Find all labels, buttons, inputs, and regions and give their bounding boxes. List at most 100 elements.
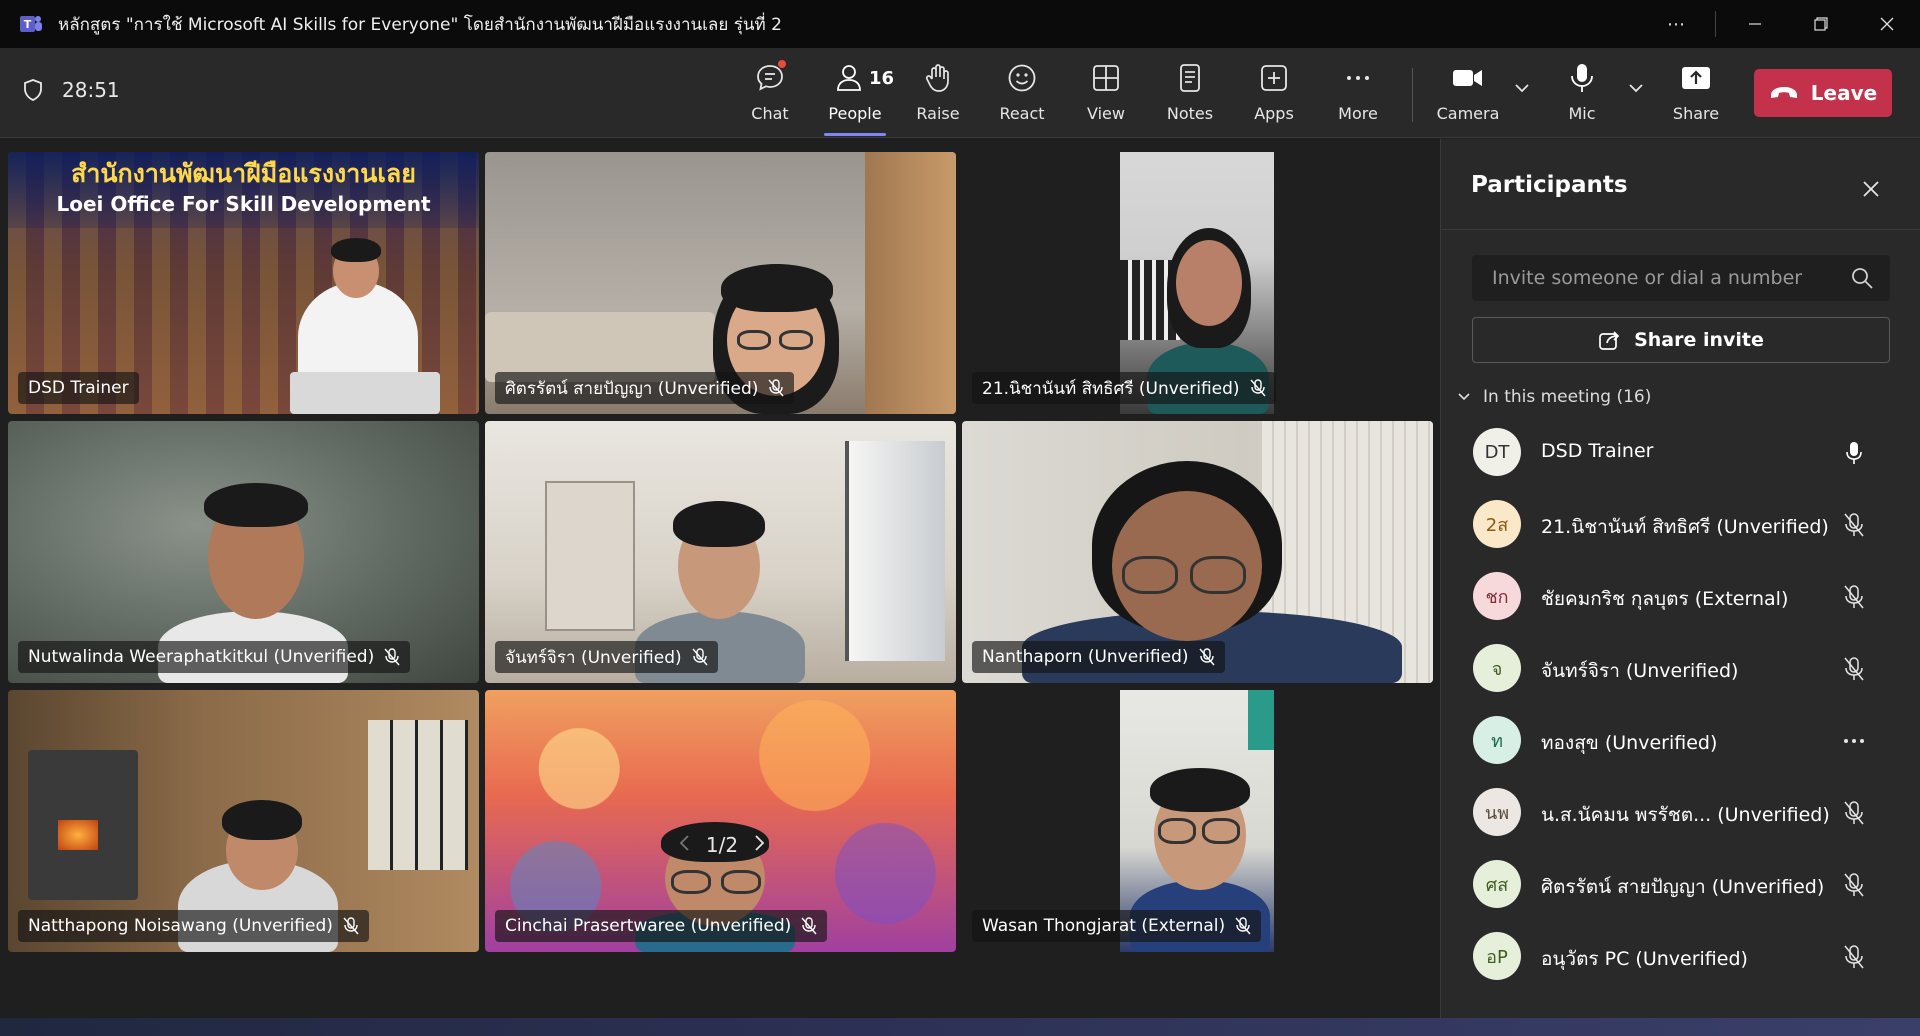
people-label: People (828, 104, 882, 123)
participant-row[interactable]: DT DSD Trainer (1441, 416, 1920, 488)
participant-row[interactable]: อP อนุวัตร PC (Unverified) (1441, 920, 1920, 992)
section-label: In this meeting (16) (1483, 387, 1652, 407)
more-label: More (1338, 104, 1378, 123)
tile-name-text: Nutwalinda Weeraphatkitkul (Unverified) (28, 647, 375, 667)
participant-name: จันทร์จิรา (Unverified) (1541, 660, 1739, 682)
people-button[interactable]: 16 People (820, 58, 894, 136)
participant-name-tag: Natthapong Noisawang (Unverified) (18, 910, 369, 942)
participant-name-tag: ศิตรรัตน์ สายปัญญา (Unverified) (495, 372, 795, 404)
video-tile[interactable]: สำนักงานพัฒนาฝีมือแรงงานเลย Loei Office … (8, 152, 479, 414)
avatar: 2ส (1473, 500, 1521, 548)
participant-name-tag: Wasan Thongjarat (External) (972, 910, 1262, 942)
smiley-icon (1002, 58, 1042, 98)
notes-button[interactable]: Notes (1155, 58, 1225, 128)
more-actions-button[interactable]: More (1323, 58, 1393, 128)
restore-button[interactable] (1788, 0, 1854, 48)
participant-name-tag: Nanthaporn (Unverified) (972, 641, 1225, 673)
notes-icon (1170, 58, 1210, 98)
muted-mic-icon (1839, 798, 1869, 828)
minimize-button[interactable] (1722, 0, 1788, 48)
share-screen-icon (1676, 58, 1716, 98)
participant-name-tag: DSD Trainer (18, 372, 139, 404)
leave-button[interactable]: Leave (1754, 69, 1892, 117)
chat-button[interactable]: Chat (735, 58, 805, 128)
muted-mic-icon (1839, 654, 1869, 684)
react-button[interactable]: React (987, 58, 1057, 128)
desktop-taskbar (0, 1018, 1920, 1036)
previous-page-chevron-left-icon[interactable] (678, 833, 690, 857)
shield-icon (24, 79, 42, 101)
video-tile[interactable]: ศิตรรัตน์ สายปัญญา (Unverified) (485, 152, 956, 414)
participant-name-tag: Cinchai Prasertwaree (Unverified) (495, 910, 828, 942)
tile-name-text: DSD Trainer (28, 378, 129, 398)
page-indicator: 1/2 (705, 833, 739, 857)
avatar: อP (1473, 932, 1521, 980)
avatar: DT (1473, 428, 1521, 476)
people-count: 16 (869, 68, 895, 89)
search-icon (1852, 268, 1873, 289)
invite-placeholder: Invite someone or dial a number (1492, 267, 1803, 289)
participant-row[interactable]: 2ส 21.นิชานันท์ สิทธิศรี (Unverified) (1441, 488, 1920, 560)
teal-fixture (1248, 690, 1274, 750)
window-controls: ⋯ (1643, 0, 1920, 48)
share-button[interactable]: Share (1661, 58, 1731, 128)
window-background (368, 720, 468, 870)
mic-button[interactable]: Mic (1547, 58, 1617, 128)
camera-icon (1448, 58, 1488, 98)
panel-title: Participants (1471, 172, 1628, 198)
muted-mic-icon (1839, 870, 1869, 900)
mic-options-chevron-down-icon[interactable] (1624, 76, 1648, 100)
next-page-chevron-right-icon[interactable] (754, 833, 766, 857)
raise-hand-button[interactable]: Raise (903, 58, 973, 128)
video-tile[interactable]: Wasan Thongjarat (External) (962, 690, 1433, 952)
view-button[interactable]: View (1071, 58, 1141, 128)
participants-panel: Participants Invite someone or dial a nu… (1440, 139, 1920, 1036)
banner-thai-text: สำนักงานพัฒนาฝีมือแรงงานเลย (71, 159, 416, 188)
tile-name-text: ศิตรรัตน์ สายปัญญา (Unverified) (505, 378, 759, 399)
camera-button[interactable]: Camera (1433, 58, 1503, 128)
participant-row[interactable]: จ จันทร์จิรา (Unverified) (1441, 632, 1920, 704)
participant-row[interactable]: ท ทองสุข (Unverified) (1441, 704, 1920, 776)
fire-background (58, 820, 98, 850)
camera-options-chevron-down-icon[interactable] (1510, 76, 1534, 100)
participant-row[interactable]: ชก ชัยคมกริช กุลบุตร (External) (1441, 560, 1920, 632)
participant-name-tag: Nutwalinda Weeraphatkitkul (Unverified) (18, 641, 411, 673)
participant-row[interactable]: ศส ศิตรรัตน์ สายปัญญา (Unverified) (1441, 848, 1920, 920)
close-panel-icon[interactable] (1853, 171, 1889, 207)
video-tile[interactable]: จันทร์จิรา (Unverified) (485, 421, 956, 683)
muted-mic-icon (692, 648, 708, 666)
window-background (845, 441, 945, 661)
participant-name: อนุวัตร PC (Unverified) (1541, 948, 1748, 970)
invite-search-input[interactable]: Invite someone or dial a number (1472, 255, 1890, 301)
more-options-icon[interactable]: ⋯ (1643, 0, 1709, 48)
video-tile[interactable]: Cinchai Prasertwaree (Unverified) (485, 690, 956, 952)
tile-name-text: Cinchai Prasertwaree (Unverified) (505, 916, 792, 936)
video-tile[interactable]: 21.นิชานันท์ สิทธิศรี (Unverified) (962, 152, 1433, 414)
banner-english-text: Loei Office For Skill Development (56, 192, 431, 216)
microphone-icon (1562, 58, 1602, 98)
microphone-icon (1839, 438, 1869, 468)
video-tile[interactable]: Natthapong Noisawang (Unverified) (8, 690, 479, 952)
avatar: นพ (1473, 788, 1521, 836)
avatar: ศส (1473, 860, 1521, 908)
participant-name: 21.นิชานันท์ สิทธิศรี (Unverified) (1541, 516, 1829, 538)
chevron-down-icon (1458, 393, 1470, 401)
mic-label: Mic (1568, 104, 1596, 123)
more-options-icon[interactable] (1839, 726, 1869, 756)
close-window-button[interactable] (1854, 0, 1920, 48)
meeting-timer: 28:51 (22, 78, 120, 102)
participant-row[interactable]: นพ น.ส.นัคมน พรรัชต... (Unverified) (1441, 776, 1920, 848)
chat-label: Chat (751, 104, 789, 123)
video-tile[interactable]: Nanthaporn (Unverified) (962, 421, 1433, 683)
video-tile[interactable]: Nutwalinda Weeraphatkitkul (Unverified) (8, 421, 479, 683)
share-invite-button[interactable]: Share invite (1472, 317, 1890, 363)
avatar: ชก (1473, 572, 1521, 620)
ellipsis-icon (1338, 58, 1378, 98)
muted-mic-icon (384, 648, 400, 666)
muted-mic-icon (1235, 917, 1251, 935)
people-icon: 16 (835, 58, 894, 98)
apps-button[interactable]: Apps (1239, 58, 1309, 128)
tile-name-text: Nanthaporn (Unverified) (982, 647, 1189, 667)
in-meeting-section-header[interactable]: In this meeting (16) (1457, 387, 1651, 407)
muted-mic-icon (1839, 510, 1869, 540)
